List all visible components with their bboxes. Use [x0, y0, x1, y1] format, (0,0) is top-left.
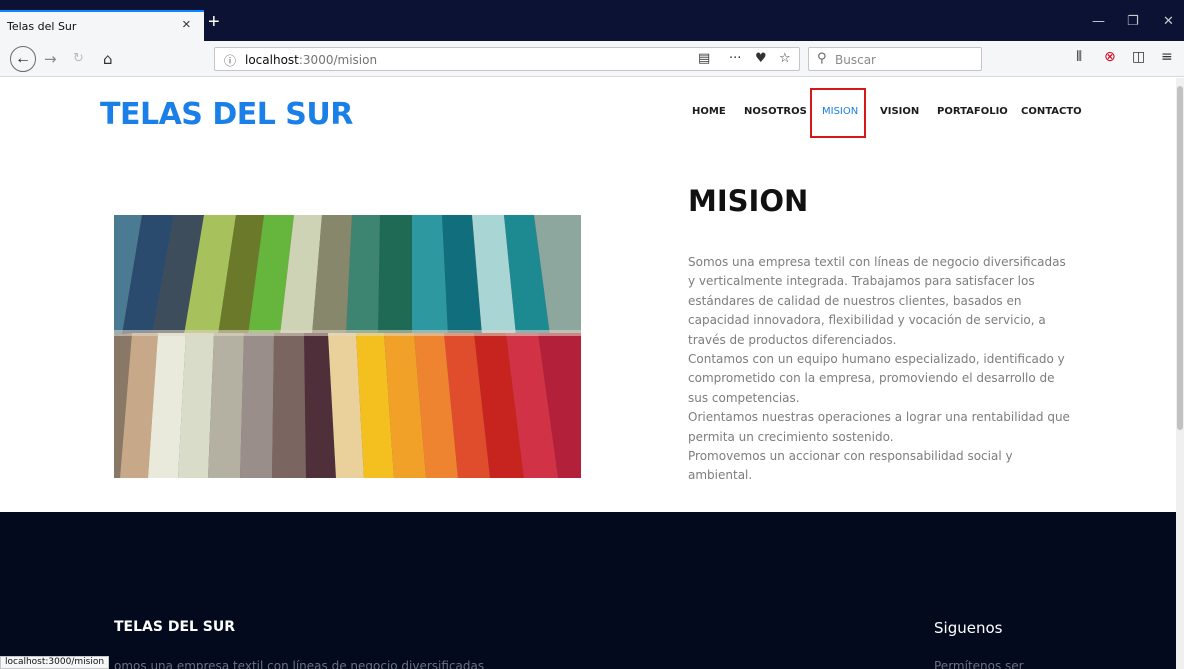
- paragraph-line: capacidad innovadora, flexibilidad y voc…: [688, 313, 1046, 328]
- paragraph-line: Promovemos un accionar con responsabilid…: [688, 449, 1013, 464]
- paragraph-line: estándares de calidad de nuestros client…: [688, 293, 1022, 308]
- section-heading: MISION: [688, 184, 809, 218]
- paragraph-line: ambiental.: [688, 468, 753, 483]
- footer-social-title: Siguenos: [934, 619, 1003, 637]
- paragraph-line: Contamos con un equipo humano especializ…: [688, 352, 1065, 367]
- close-tab-icon[interactable]: ×: [182, 16, 191, 33]
- mission-paragraph: Somos una empresa textil con líneas de n…: [688, 253, 1088, 486]
- search-bar[interactable]: ⚲ Buscar: [808, 47, 982, 71]
- footer-social-text: Permítenos ser: [934, 659, 1024, 669]
- nav-vision[interactable]: VISION: [880, 106, 919, 117]
- back-arrow-icon[interactable]: ←: [10, 46, 36, 72]
- site-footer: TELAS DEL SUR Siguenos omos una empresa …: [0, 512, 1176, 669]
- forward-arrow-icon[interactable]: →: [44, 50, 57, 68]
- library-icon[interactable]: ⦀: [1076, 49, 1082, 65]
- paragraph-line: Orientamos nuestras operaciones a lograr…: [688, 410, 1070, 425]
- minimize-icon[interactable]: —: [1092, 14, 1105, 29]
- blocker-icon[interactable]: ⊗: [1104, 49, 1116, 65]
- paragraph-line: permita un crecimiento sostenido.: [688, 429, 894, 444]
- tab-title: Telas del Sur: [7, 20, 77, 33]
- web-page: TELAS DEL SUR HOME NOSOTROS MISION VISIO…: [0, 78, 1176, 669]
- paragraph-line: comprometido con la empresa, promoviendo…: [688, 371, 1055, 386]
- window-close-icon[interactable]: ✕: [1163, 14, 1174, 29]
- pocket-icon[interactable]: ♥: [755, 51, 767, 66]
- active-nav-highlight: [810, 88, 866, 138]
- restore-icon[interactable]: ❐: [1127, 14, 1139, 29]
- info-icon[interactable]: ⓘ: [224, 52, 236, 69]
- menu-icon[interactable]: ≡: [1161, 49, 1173, 65]
- site-brand[interactable]: TELAS DEL SUR: [100, 97, 353, 132]
- bookmark-star-icon[interactable]: ☆: [779, 51, 791, 66]
- new-tab-icon[interactable]: +: [208, 12, 220, 32]
- fabric-swatches-image: [114, 215, 581, 478]
- browser-navbar: ← → ↻ ⌂ ⓘ localhost:3000/mision ▤ ··· ♥ …: [0, 41, 1184, 77]
- paragraph-line: Somos una empresa textil con líneas de n…: [688, 255, 1066, 269]
- nav-contacto[interactable]: CONTACTO: [1021, 106, 1082, 117]
- nav-nosotros[interactable]: NOSOTROS: [744, 106, 807, 117]
- search-icon: ⚲: [817, 51, 827, 66]
- reload-icon[interactable]: ↻: [73, 51, 84, 66]
- url-bar[interactable]: ⓘ localhost:3000/mision ▤ ··· ♥ ☆: [214, 47, 800, 71]
- nav-home[interactable]: HOME: [692, 106, 726, 117]
- sidebar-icon[interactable]: ◫: [1132, 49, 1145, 65]
- footer-title: TELAS DEL SUR: [114, 619, 236, 635]
- url-path: :3000/mision: [298, 53, 378, 67]
- scrollbar-thumb[interactable]: [1177, 86, 1183, 430]
- home-icon[interactable]: ⌂: [103, 50, 113, 68]
- page-actions-icon[interactable]: ···: [729, 51, 741, 66]
- browser-tab[interactable]: Telas del Sur ×: [0, 10, 204, 41]
- reader-view-icon[interactable]: ▤: [698, 51, 710, 66]
- browser-tabbar: Telas del Sur × + — ❐ ✕: [0, 0, 1184, 41]
- page-scrollbar[interactable]: [1176, 78, 1184, 669]
- paragraph-line: y verticalmente integrada. Trabajamos pa…: [688, 274, 1035, 289]
- paragraph-line: través de productos diferenciados.: [688, 332, 897, 347]
- url-host: localhost: [245, 53, 299, 67]
- nav-portafolio[interactable]: PORTAFOLIO: [937, 106, 1008, 117]
- footer-text: omos una empresa textil con líneas de ne…: [114, 659, 485, 669]
- paragraph-line: sus competencias.: [688, 390, 800, 405]
- url-text: localhost:3000/mision: [245, 53, 377, 67]
- status-url: localhost:3000/mision: [0, 656, 110, 669]
- search-placeholder: Buscar: [835, 53, 876, 67]
